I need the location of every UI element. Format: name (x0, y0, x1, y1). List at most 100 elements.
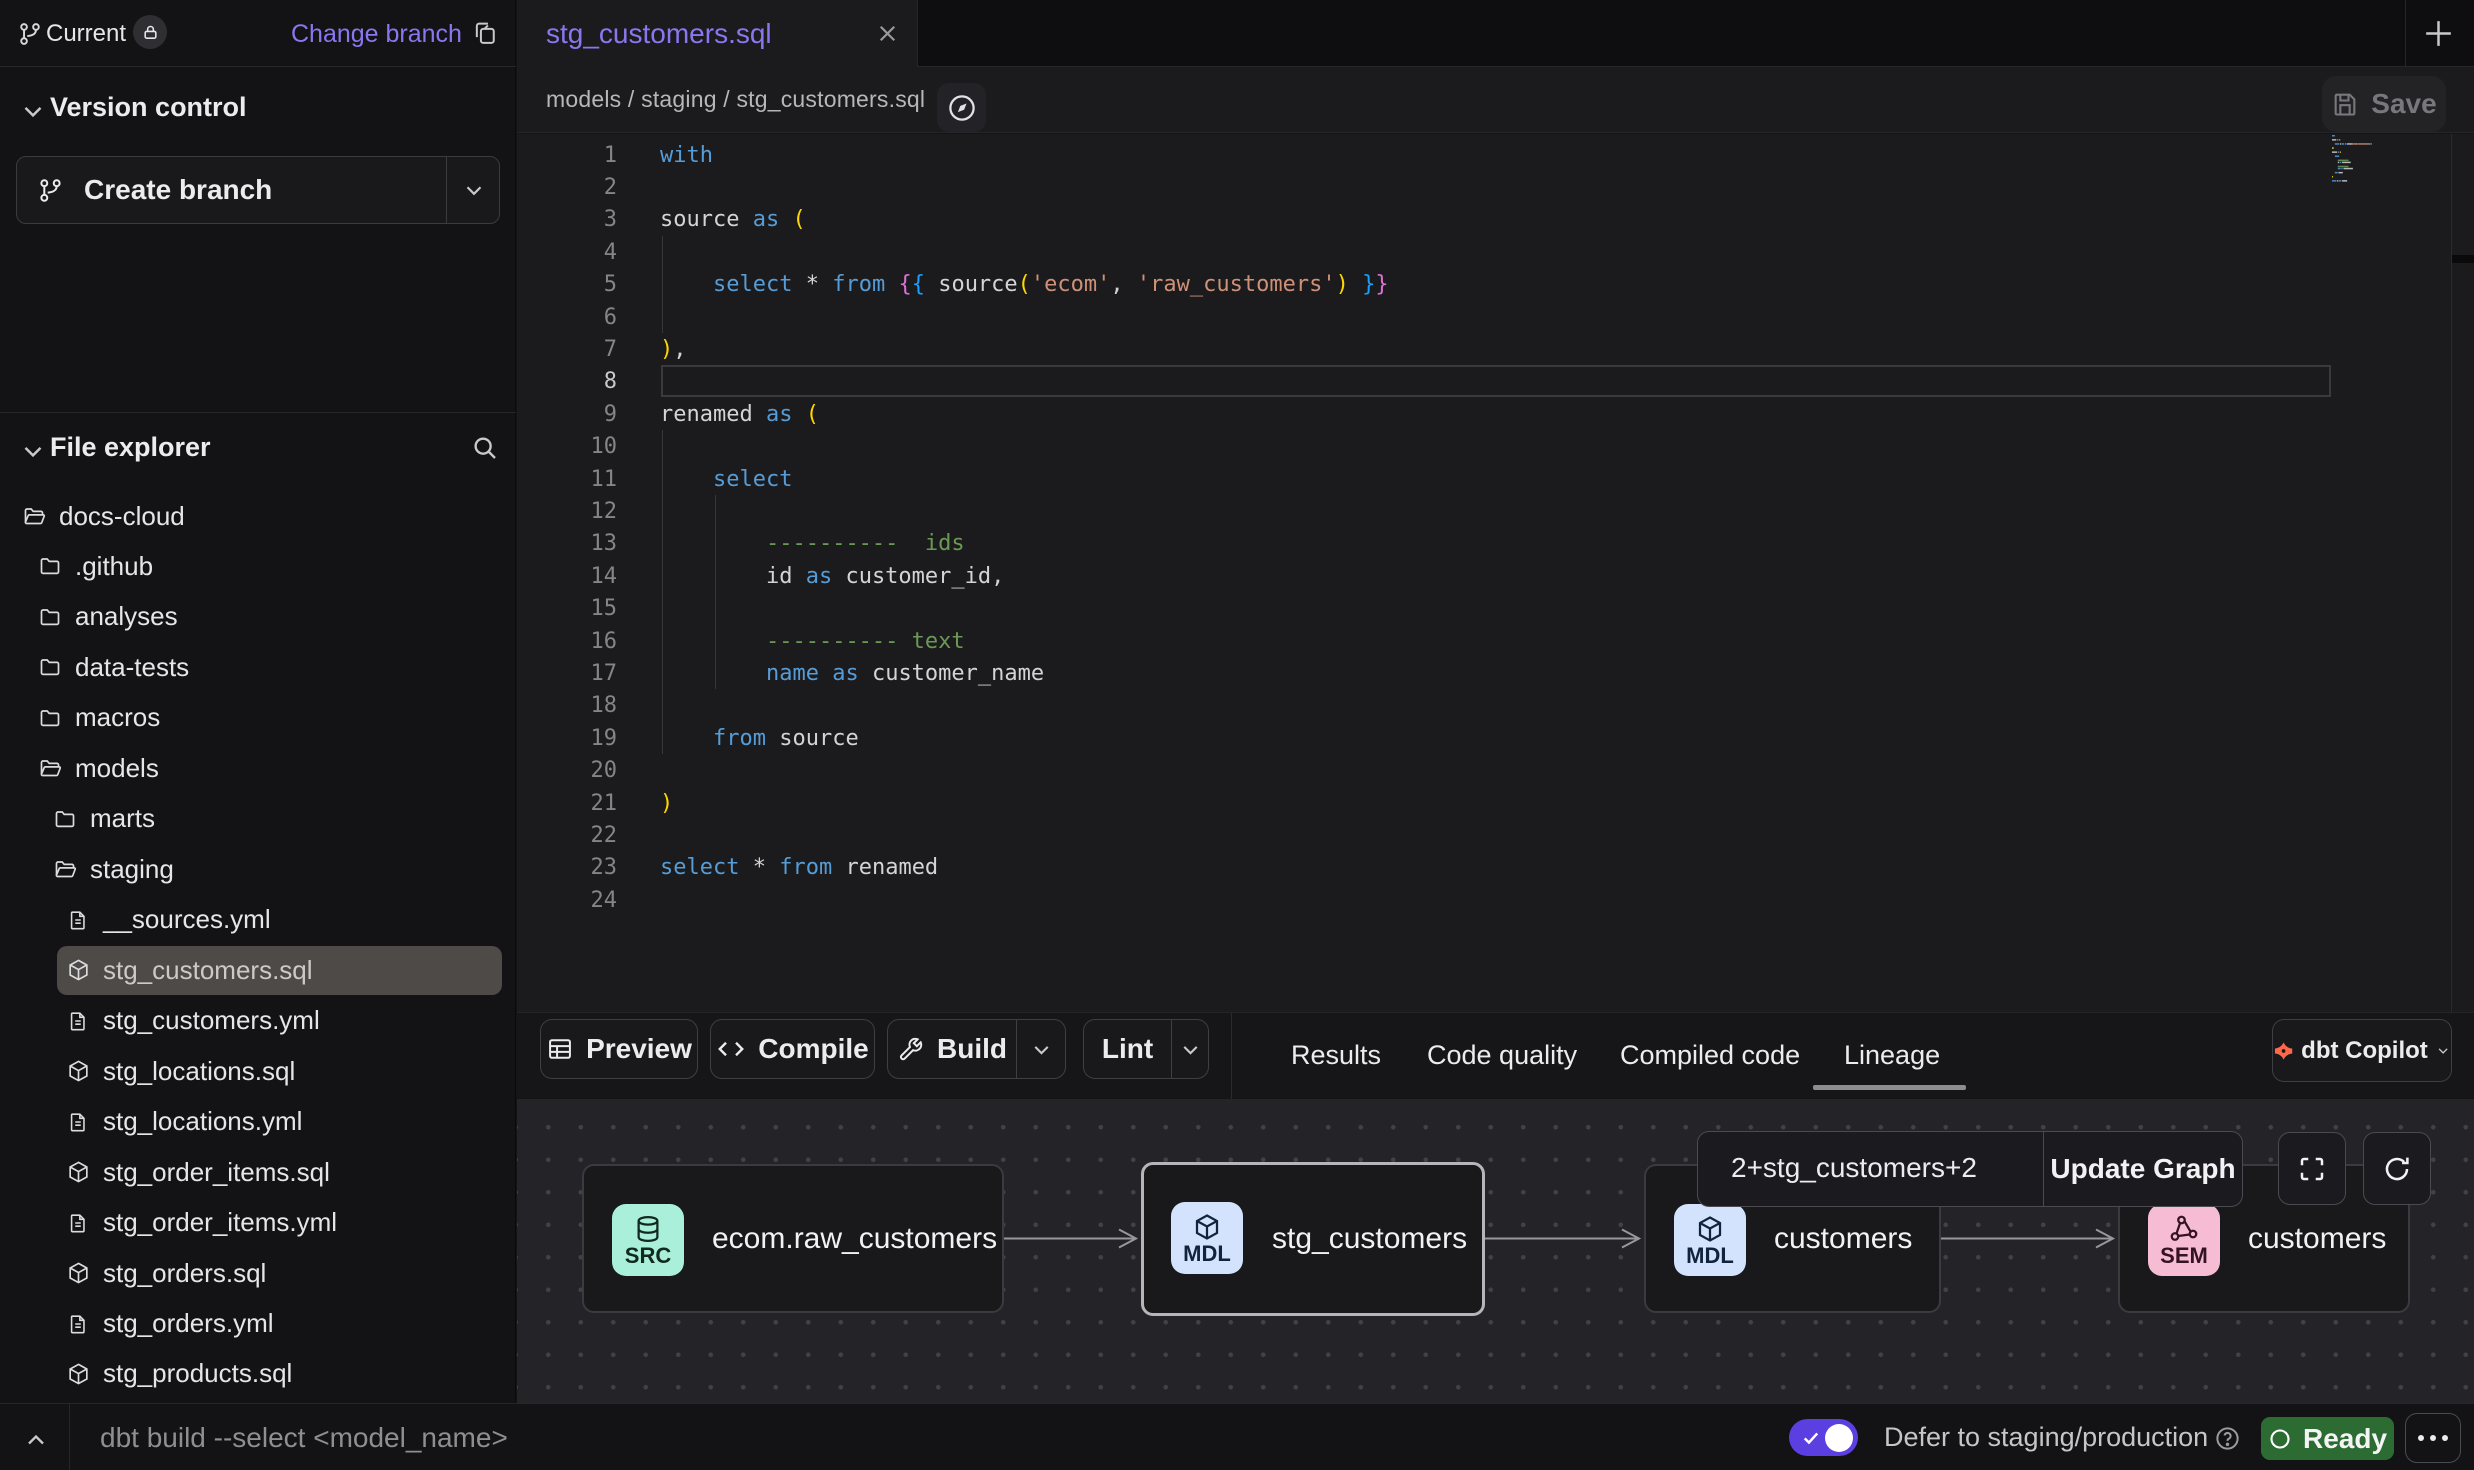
cube-icon (65, 1058, 91, 1084)
lineage-search-bar: 2+stg_customers+2 Update Graph (1697, 1131, 2243, 1207)
tree-item-stg-orders-yml[interactable]: stg_orders.yml (0, 1299, 516, 1349)
code-line: from source (660, 722, 859, 755)
copy-icon[interactable] (471, 19, 499, 47)
copilot-navigate-button[interactable] (937, 83, 986, 132)
toggle-knob (1825, 1424, 1853, 1452)
line-number: 11 (517, 463, 617, 496)
tree-item-label: models (75, 753, 159, 784)
preview-button[interactable]: Preview (540, 1019, 698, 1079)
fullscreen-icon (2297, 1154, 2327, 1184)
line-number: 16 (517, 625, 617, 658)
tree-item-analyses[interactable]: analyses (0, 592, 516, 642)
newtab-divider (2405, 0, 2406, 67)
chevron-down-icon (2435, 1039, 2451, 1062)
version-control-chevron-icon[interactable] (18, 96, 48, 126)
tree-item-label: macros (75, 702, 160, 733)
new-tab-plus-icon[interactable] (2420, 15, 2457, 52)
search-icon[interactable] (470, 433, 500, 463)
panel-tab-code-quality[interactable]: Code quality (1427, 1040, 1577, 1071)
cube-icon (65, 1260, 91, 1286)
lineage-node-label: ecom.raw_customers (712, 1166, 997, 1311)
line-number: 22 (517, 819, 617, 852)
save-button[interactable]: Save (2322, 76, 2446, 132)
update-graph-button[interactable]: Update Graph (2043, 1132, 2243, 1206)
tree-item-marts[interactable]: marts (0, 794, 516, 844)
build-main[interactable]: Build (888, 1033, 1016, 1065)
change-branch-link[interactable]: Change branch (291, 19, 462, 49)
code-line: select * from renamed (660, 851, 938, 884)
compile-button[interactable]: Compile (710, 1019, 875, 1079)
status-circle-icon (2268, 1427, 2292, 1451)
command-input[interactable]: dbt build --select <model_name> (100, 1422, 508, 1454)
tree-item-label: docs-cloud (59, 501, 185, 532)
tree-item-label: stg_locations.yml (103, 1106, 302, 1137)
toolbar-separator (1231, 1013, 1232, 1099)
defer-toggle[interactable] (1789, 1419, 1858, 1456)
line-number: 4 (517, 236, 617, 269)
current-line-highlight (661, 365, 2331, 397)
lineage-fullscreen-button[interactable] (2278, 1132, 2346, 1205)
tree-item--sources-yml[interactable]: __sources.yml (0, 895, 516, 945)
folder-open-icon (37, 756, 63, 780)
tab-close-icon[interactable] (874, 20, 901, 47)
line-number: 8 (517, 365, 617, 398)
tree-item-data-tests[interactable]: data-tests (0, 642, 516, 692)
tree-item-stg-locations-yml[interactable]: stg_locations.yml (0, 1097, 516, 1147)
current-branch-label: Current (46, 19, 126, 49)
create-branch-caret[interactable] (446, 157, 501, 223)
lineage-panel[interactable]: SRCecom.raw_customersMDLstg_customersMDL… (517, 1099, 2474, 1403)
tab-stg-customers[interactable]: stg_customers.sql (517, 0, 918, 67)
tree-item-models[interactable]: models (0, 743, 516, 793)
lineage-search-input[interactable]: 2+stg_customers+2 (1731, 1152, 1977, 1184)
line-number: 10 (517, 430, 617, 463)
build-button[interactable]: Build (887, 1019, 1066, 1079)
code-editor[interactable]: 123456789101112131415161718192021222324 … (517, 134, 2474, 1012)
more-options-button[interactable] (2405, 1413, 2461, 1463)
scrollbar-divider (2451, 134, 2452, 1012)
panel-tab-results[interactable]: Results (1291, 1040, 1381, 1071)
tree-item-stg-order-items-yml[interactable]: stg_order_items.yml (0, 1198, 516, 1248)
folder-icon (52, 807, 78, 831)
tree-item-stg-locations-sql[interactable]: stg_locations.sql (0, 1046, 516, 1096)
panel-tab-lineage[interactable]: Lineage (1844, 1040, 1940, 1071)
lineage-node-stg-customers[interactable]: MDLstg_customers (1141, 1162, 1485, 1316)
tree-item--github[interactable]: .github (0, 541, 516, 591)
folder-icon (37, 655, 63, 679)
line-number: 5 (517, 268, 617, 301)
file-explorer-title: File explorer (50, 431, 211, 463)
minimap[interactable] (2332, 134, 2452, 1012)
file-icon (65, 1109, 91, 1135)
expand-console-chevron-icon[interactable] (22, 1426, 50, 1454)
lint-button[interactable]: Lint (1083, 1019, 1209, 1079)
lineage-node-ecom-raw-customers[interactable]: SRC ecom.raw_customers (582, 1164, 1004, 1313)
tree-item-stg-products-sql[interactable]: stg_products.sql (0, 1349, 516, 1399)
lint-caret[interactable] (1172, 1037, 1208, 1062)
tree-item-label: stg_customers.yml (103, 1005, 320, 1036)
lint-main[interactable]: Lint (1084, 1033, 1171, 1065)
tree-item-stg-customers-sql[interactable]: stg_customers.sql (0, 945, 516, 995)
tree-item-stg-orders-sql[interactable]: stg_orders.sql (0, 1248, 516, 1298)
tree-item-macros[interactable]: macros (0, 693, 516, 743)
dbt-copilot-button[interactable]: dbt Copilot (2272, 1019, 2452, 1082)
panel-tab-compiled-code[interactable]: Compiled code (1620, 1040, 1800, 1071)
file-icon (65, 907, 91, 933)
line-number: 12 (517, 495, 617, 528)
help-icon[interactable] (2214, 1425, 2241, 1452)
branch-header: Current Change branch (0, 0, 516, 67)
tree-item-stg-customers-yml[interactable]: stg_customers.yml (0, 996, 516, 1046)
create-branch-button[interactable]: Create branch (16, 156, 500, 224)
create-branch-main[interactable]: Create branch (17, 157, 446, 223)
tree-item-label: stg_products.sql (103, 1358, 292, 1389)
file-explorer-chevron-icon[interactable] (18, 436, 48, 466)
tree-item-stg-order-items-sql[interactable]: stg_order_items.sql (0, 1147, 516, 1197)
editor-tabstrip: stg_customers.sql (517, 0, 2474, 67)
cube-icon (65, 1159, 91, 1185)
git-branch-icon (17, 21, 43, 47)
folder-icon (37, 706, 63, 730)
src-badge: SRC (612, 1204, 684, 1276)
build-caret[interactable] (1017, 1037, 1065, 1062)
tree-item-staging[interactable]: staging (0, 844, 516, 894)
tree-item-label: __sources.yml (103, 904, 271, 935)
tree-item-docs-cloud[interactable]: docs-cloud (0, 491, 516, 541)
lineage-refresh-button[interactable] (2363, 1132, 2431, 1205)
